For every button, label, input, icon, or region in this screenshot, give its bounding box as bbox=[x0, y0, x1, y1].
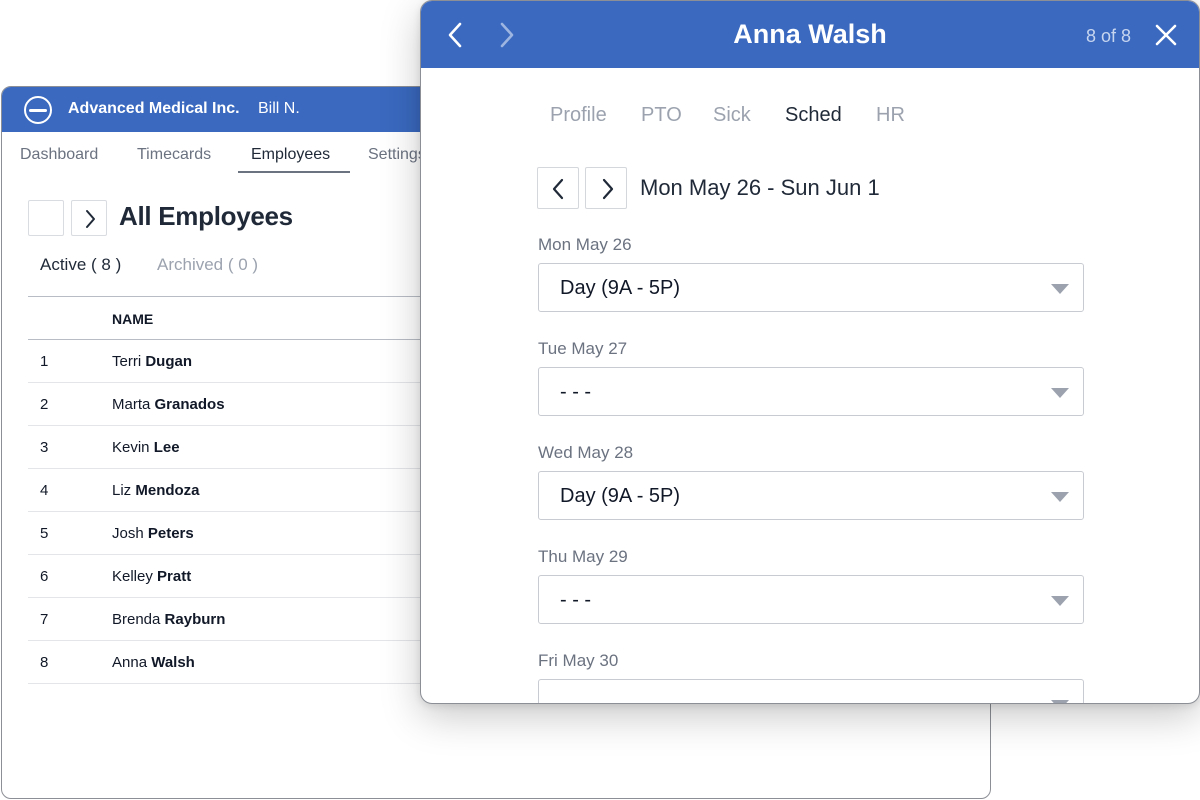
table-row[interactable]: 6 Kelley Pratt bbox=[28, 555, 428, 598]
nav-employees[interactable]: Employees bbox=[251, 146, 330, 164]
record-counter: 8 of 8 bbox=[1086, 26, 1132, 46]
table-row[interactable]: 4 Liz Mendoza bbox=[28, 469, 428, 512]
tab-hr[interactable]: HR bbox=[876, 104, 905, 127]
page-title: All Employees bbox=[119, 201, 293, 231]
caret-down-icon bbox=[1051, 284, 1069, 294]
brand-logo-icon bbox=[24, 96, 52, 124]
table-row[interactable]: 3 Kevin Lee bbox=[28, 426, 428, 469]
row-number: 7 bbox=[40, 611, 49, 628]
shift-value: - - - bbox=[560, 693, 592, 704]
tab-sched[interactable]: Sched bbox=[785, 104, 842, 127]
employee-name: Josh Peters bbox=[112, 525, 194, 542]
row-number: 5 bbox=[40, 525, 49, 542]
table-header: NAME bbox=[28, 296, 428, 340]
row-number: 2 bbox=[40, 396, 49, 413]
employee-name-title: Anna Walsh bbox=[733, 19, 887, 49]
employee-detail-modal: Anna Walsh 8 of 8 Profile PTO Sick Sched… bbox=[420, 0, 1200, 704]
close-icon bbox=[1155, 24, 1177, 46]
company-name: Advanced Medical Inc. bbox=[68, 100, 240, 117]
shift-select-wed[interactable]: Day (9A - 5P) bbox=[538, 471, 1084, 520]
chevron-left-icon bbox=[552, 178, 564, 200]
next-week-button[interactable] bbox=[585, 167, 627, 209]
employee-name: Kevin Lee bbox=[112, 439, 180, 456]
caret-down-icon bbox=[1051, 492, 1069, 502]
table-row[interactable]: 2 Marta Granados bbox=[28, 383, 428, 426]
employee-name: Marta Granados bbox=[112, 396, 225, 413]
row-number: 6 bbox=[40, 568, 49, 585]
table-row[interactable]: 8 Anna Walsh bbox=[28, 641, 428, 684]
shift-value: - - - bbox=[560, 381, 592, 403]
tab-pto[interactable]: PTO bbox=[641, 104, 682, 127]
chevron-right-icon bbox=[602, 178, 614, 200]
caret-down-icon bbox=[1051, 388, 1069, 398]
row-number: 8 bbox=[40, 654, 49, 671]
shift-value: - - - bbox=[560, 589, 592, 611]
caret-down-icon bbox=[1051, 596, 1069, 606]
employee-name: Terri Dugan bbox=[112, 353, 193, 370]
name-column-header[interactable]: NAME bbox=[112, 311, 153, 327]
shift-select-mon[interactable]: Day (9A - 5P) bbox=[538, 263, 1084, 312]
active-nav-indicator bbox=[238, 171, 350, 173]
day-label: Wed May 28 bbox=[538, 443, 634, 462]
row-number: 4 bbox=[40, 482, 49, 499]
chevron-right-icon bbox=[86, 210, 95, 228]
prev-page-button[interactable] bbox=[28, 200, 64, 236]
employee-name: Anna Walsh bbox=[112, 654, 195, 671]
row-number: 3 bbox=[40, 439, 49, 456]
shift-value: Day (9A - 5P) bbox=[560, 277, 681, 299]
tab-sick[interactable]: Sick bbox=[713, 104, 751, 127]
employee-name: Liz Mendoza bbox=[112, 482, 200, 499]
user-name[interactable]: Bill N. bbox=[258, 100, 300, 118]
close-button[interactable] bbox=[1154, 23, 1178, 47]
table-row[interactable]: 7 Brenda Rayburn bbox=[28, 598, 428, 641]
employees-table: NAME 1 Terri Dugan 2 Marta Granados 3 Kevin… bbox=[28, 296, 428, 684]
nav-settings[interactable]: Settings bbox=[368, 146, 426, 164]
day-label: Tue May 27 bbox=[538, 339, 628, 358]
table-row[interactable]: 5 Josh Peters bbox=[28, 512, 428, 555]
employee-name: Kelley Pratt bbox=[112, 568, 192, 585]
prev-week-button[interactable] bbox=[537, 167, 579, 209]
nav-timecards[interactable]: Timecards bbox=[137, 146, 211, 164]
nav-dashboard[interactable]: Dashboard bbox=[20, 146, 98, 164]
shift-select-thu[interactable]: - - - bbox=[538, 575, 1084, 624]
week-range: Mon May 26 - Sun Jun 1 bbox=[640, 175, 880, 200]
shift-select-tue[interactable]: - - - bbox=[538, 367, 1084, 416]
table-row[interactable]: 1 Terri Dugan bbox=[28, 340, 428, 383]
day-label: Fri May 30 bbox=[538, 651, 619, 670]
day-label: Thu May 29 bbox=[538, 547, 628, 566]
shift-value: Day (9A - 5P) bbox=[560, 485, 681, 507]
day-label: Mon May 26 bbox=[538, 235, 632, 254]
caret-down-icon bbox=[1051, 700, 1069, 703]
tab-profile[interactable]: Profile bbox=[550, 104, 607, 127]
row-number: 1 bbox=[40, 353, 49, 370]
employee-name: Brenda Rayburn bbox=[112, 611, 226, 628]
next-page-button[interactable] bbox=[71, 200, 107, 236]
tab-active[interactable]: Active ( 8 ) bbox=[40, 255, 121, 275]
shift-select-fri[interactable]: - - - bbox=[538, 679, 1084, 704]
tab-archived[interactable]: Archived ( 0 ) bbox=[157, 255, 258, 275]
modal-header: Anna Walsh 8 of 8 bbox=[421, 1, 1199, 68]
